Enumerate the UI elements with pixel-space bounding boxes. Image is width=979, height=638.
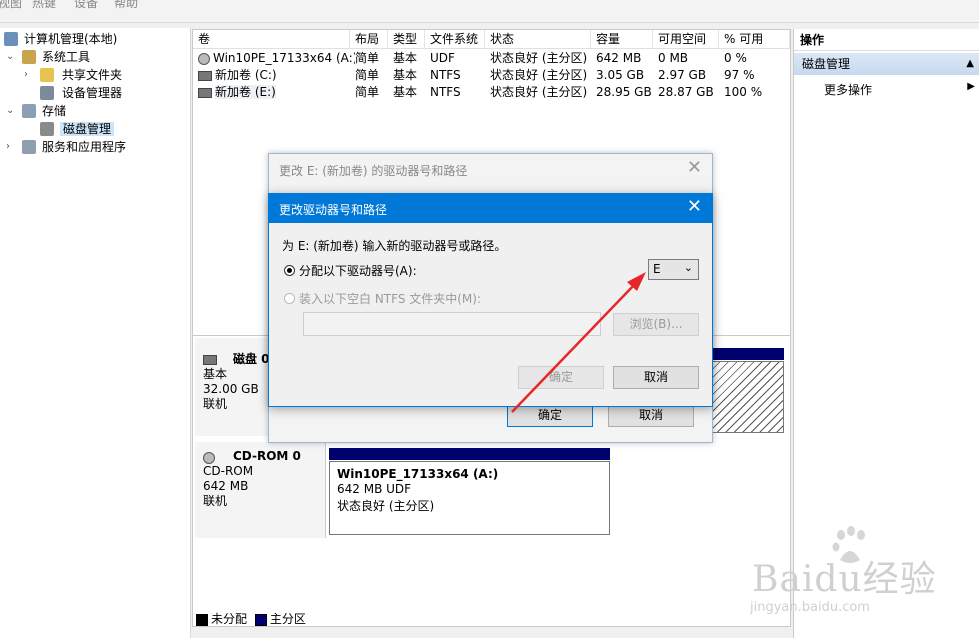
baidu-watermark: Baidu经验 jingyan.baidu.com (750, 526, 952, 626)
watermark-url: jingyan.baidu.com (750, 600, 870, 615)
watermark-brand: Baidu经验 (752, 559, 937, 600)
